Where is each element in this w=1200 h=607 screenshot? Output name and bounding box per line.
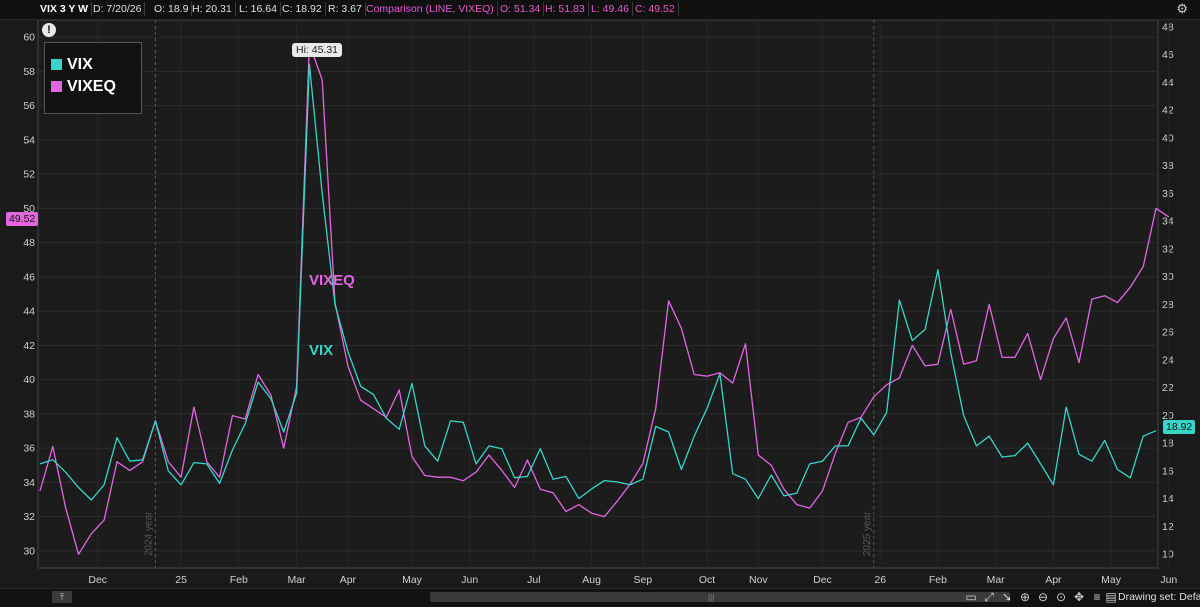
horizontal-scrollbar[interactable]	[430, 592, 1010, 602]
open-value: O: 18.9	[151, 2, 193, 16]
minimize-icon[interactable]: ▭	[964, 590, 978, 604]
x-axis-tick-label: 26	[874, 574, 886, 586]
x-axis-tick-label: Mar	[987, 574, 1006, 586]
right-axis-tick-label: 16	[1162, 465, 1174, 477]
low-value: L: 16.64	[236, 2, 281, 16]
legend-item-vix: VIX	[51, 55, 93, 75]
legend-item-vixeq: VIXEQ	[51, 77, 116, 97]
x-axis-tick-label: Apr	[1045, 574, 1062, 586]
x-axis-tick-label: Feb	[929, 574, 947, 586]
left-axis-tick-label: 40	[23, 374, 35, 386]
high-marker-label: Hi: 45.31	[292, 43, 343, 57]
left-axis-tick-label: 46	[23, 271, 35, 283]
cmp-low-value: L: 49.46	[588, 2, 633, 16]
left-axis-tick-label: 60	[23, 32, 35, 44]
price-tag-vix: 18.92	[1163, 420, 1196, 434]
right-axis-tick-label: 40	[1162, 132, 1174, 144]
right-axis-tick-label: 42	[1162, 105, 1174, 117]
drawing-set-label[interactable]: Drawing set: Default	[1118, 591, 1200, 603]
right-axis-tick-label: 44	[1162, 77, 1174, 89]
left-axis-tick-label: 58	[23, 66, 35, 78]
left-axis-tick-label: 48	[23, 237, 35, 249]
legend-label-vix: VIX	[67, 56, 93, 73]
right-axis-tick-label: 46	[1162, 49, 1174, 61]
x-axis-tick-label: Mar	[288, 574, 307, 586]
right-axis-tick-label: 28	[1162, 299, 1174, 311]
right-axis-tick-label: 22	[1162, 382, 1174, 394]
symbol-label[interactable]: VIX 3 Y W	[37, 2, 93, 16]
x-axis-tick-label: Aug	[582, 574, 601, 586]
arrow-icon[interactable]: ➘	[1000, 590, 1014, 604]
left-axis-tick-label: 54	[23, 134, 35, 146]
target-icon[interactable]: ⊙	[1054, 590, 1068, 604]
cmp-high-value: H: 51.83	[542, 2, 589, 16]
close-value: C: 18.92	[279, 2, 326, 16]
right-axis-tick-label: 36	[1162, 188, 1174, 200]
cmp-open-value: O: 51.34	[497, 2, 545, 16]
x-axis-tick-label: Sep	[634, 574, 653, 586]
chart-svg: 3032343638404244464850525456586010121416…	[23, 20, 1177, 586]
price-tag-vixeq: 49.52	[6, 212, 39, 226]
history-button[interactable]: ⤒	[52, 591, 72, 603]
left-axis-tick-label: 44	[23, 306, 35, 318]
legend-swatch-vix	[51, 59, 62, 70]
left-axis-tick-label: 34	[23, 477, 35, 489]
right-axis-tick-label: 32	[1162, 243, 1174, 255]
x-axis-tick-label: Oct	[699, 574, 715, 586]
comparison-label[interactable]: Comparison (LINE, VIXEQ)	[363, 2, 498, 16]
left-axis-tick-label: 32	[23, 511, 35, 523]
range-value: R: 3.67	[325, 2, 366, 16]
right-axis-tick-label: 48	[1162, 21, 1174, 33]
cmp-close-value: C: 49.52	[632, 2, 679, 16]
x-axis-tick-label: May	[1101, 574, 1122, 586]
series-label-vix: VIX	[309, 342, 334, 359]
left-axis-tick-label: 38	[23, 408, 35, 420]
x-axis-tick-label: May	[402, 574, 423, 586]
legend: VIX VIXEQ	[44, 42, 142, 114]
right-axis-tick-label: 24	[1162, 354, 1174, 366]
top-info-bar: VIX 3 Y W D: 7/20/26 O: 18.9 H: 20.31 L:…	[0, 0, 1200, 20]
legend-label-vixeq: VIXEQ	[67, 78, 116, 95]
x-axis-tick-label: Jun	[1160, 574, 1177, 586]
x-axis-tick-label: 25	[175, 574, 187, 586]
left-axis-tick-label: 56	[23, 100, 35, 112]
scrollbar-grip-icon[interactable]: |||	[708, 593, 718, 602]
right-axis-tick-label: 12	[1162, 521, 1174, 533]
plot-frame	[37, 20, 1159, 569]
bottom-toolbar: ⤒ ||| ▭ ⤢ ➘ ⊕ ⊖ ⊙ ✥ ≡ ▤ Drawing set: Def…	[0, 588, 1200, 607]
x-axis-tick-label: Jul	[527, 574, 540, 586]
left-axis-tick-label: 30	[23, 545, 35, 557]
right-axis-tick-label: 30	[1162, 271, 1174, 283]
gear-icon[interactable]: ⚙	[1176, 1, 1188, 17]
legend-swatch-vixeq	[51, 81, 62, 92]
expand-icon[interactable]: ⤢	[982, 590, 996, 604]
alert-icon[interactable]: !	[42, 23, 56, 37]
series-label-vixeq: VIXEQ	[309, 272, 355, 289]
zoom-out-icon[interactable]: ⊖	[1036, 590, 1050, 604]
left-axis-tick-label: 42	[23, 340, 35, 352]
right-axis-tick-label: 18	[1162, 438, 1174, 450]
x-axis-tick-label: Feb	[230, 574, 248, 586]
left-axis-tick-label: 52	[23, 169, 35, 181]
year-separator-label: 2024 year	[143, 511, 154, 556]
x-axis-tick-label: Apr	[340, 574, 357, 586]
x-axis-tick-label: Dec	[88, 574, 107, 586]
lines-icon[interactable]: ≡	[1090, 590, 1104, 604]
right-axis-tick-label: 38	[1162, 160, 1174, 172]
year-separator-label: 2025 year	[862, 511, 873, 556]
left-axis-tick-label: 36	[23, 443, 35, 455]
x-axis-tick-label: Dec	[813, 574, 832, 586]
date-label: D: 7/20/26	[90, 2, 146, 16]
x-axis-tick-label: Nov	[749, 574, 768, 586]
right-axis-tick-label: 14	[1162, 493, 1174, 505]
zoom-in-icon[interactable]: ⊕	[1018, 590, 1032, 604]
x-axis-tick-label: Jun	[461, 574, 478, 586]
chat-icon[interactable]: ▤	[1104, 590, 1118, 604]
right-axis-tick-label: 34	[1162, 216, 1174, 228]
right-axis-tick-label: 26	[1162, 327, 1174, 339]
high-value: H: 20.31	[189, 2, 236, 16]
right-axis-tick-label: 10	[1162, 549, 1174, 561]
chart-area[interactable]: 30 32 34 36 38 40 42 44 46 48 50 52 54 56 58 60 10 12 14 16…	[0, 20, 1200, 588]
pan-icon[interactable]: ✥	[1072, 590, 1086, 604]
